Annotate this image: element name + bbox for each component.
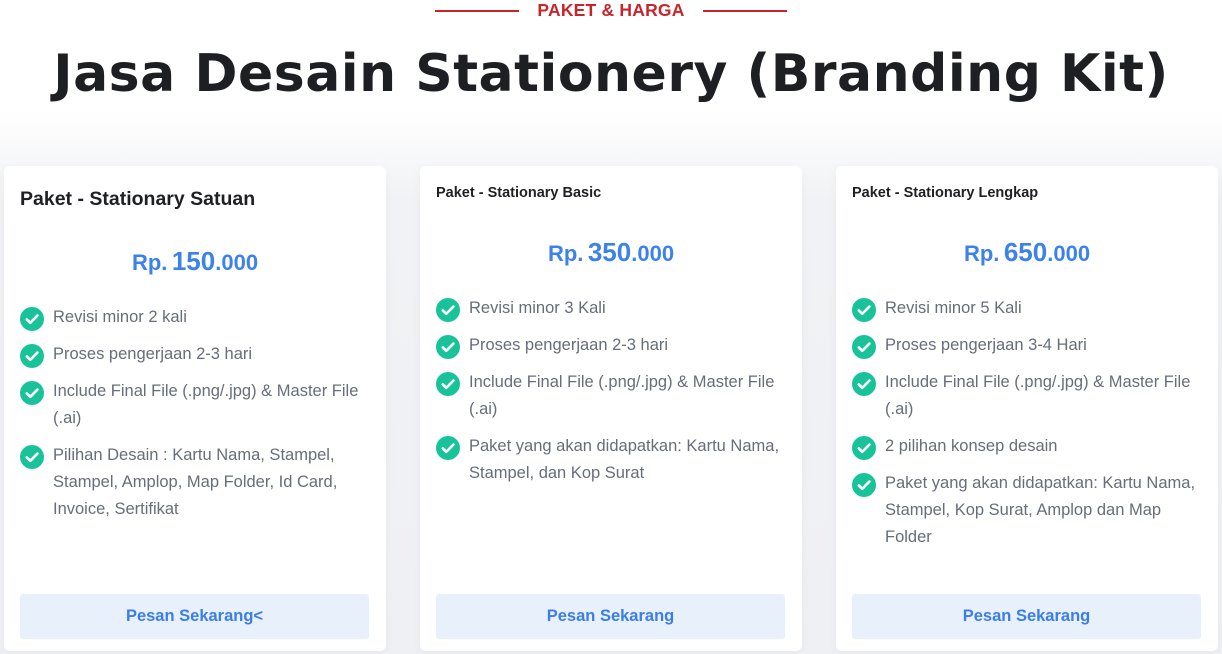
pricing-card-basic: Paket - Stationary Basic Rp. 350.000 Rev… — [420, 166, 802, 651]
feature-item: Revisi minor 2 kali — [20, 304, 380, 331]
check-circle-icon — [436, 372, 460, 396]
eyebrow-line-left — [435, 10, 520, 12]
feature-text: Proses pengerjaan 3-4 Hari — [885, 336, 1087, 354]
price-currency: Rp. — [547, 241, 584, 266]
feature-item: Include Final File (.png/.jpg) & Master … — [20, 378, 380, 432]
feature-item: Proses pengerjaan 2-3 hari — [20, 341, 380, 368]
price-amount: 350 — [587, 237, 632, 267]
feature-text: Include Final File (.png/.jpg) & Master … — [885, 373, 1191, 418]
check-circle-icon — [436, 335, 460, 359]
feature-item: Revisi minor 5 Kali — [852, 295, 1212, 322]
package-price: Rp. 150.000 — [4, 246, 386, 277]
feature-item: Paket yang akan didapatkan: Kartu Nama, … — [436, 433, 796, 487]
feature-item: Paket yang akan didapatkan: Kartu Nama, … — [852, 470, 1212, 551]
check-circle-icon — [852, 473, 876, 497]
package-name: Paket - Stationary Basic — [436, 185, 602, 201]
feature-text: Paket yang akan didapatkan: Kartu Nama, … — [885, 474, 1196, 546]
price-thousands: .000 — [631, 241, 675, 266]
page-title: Jasa Desain Stationery (Branding Kit) — [53, 44, 1169, 104]
feature-text: Revisi minor 3 Kali — [469, 299, 606, 317]
feature-text: Revisi minor 2 kali — [53, 308, 187, 326]
feature-text: Paket yang akan didapatkan: Kartu Nama, … — [469, 437, 780, 482]
pricing-card-satuan: Paket - Stationary Satuan Rp. 150.000 Re… — [4, 166, 386, 651]
feature-text: Include Final File (.png/.jpg) & Master … — [469, 373, 775, 418]
order-now-button[interactable]: Pesan Sekarang< — [20, 594, 369, 639]
order-now-button[interactable]: Pesan Sekarang — [852, 594, 1201, 639]
feature-text: Include Final File (.png/.jpg) & Master … — [53, 382, 359, 427]
price-amount: 150 — [171, 246, 216, 276]
feature-item: Revisi minor 3 Kali — [436, 295, 796, 322]
price-amount: 650 — [1003, 237, 1048, 267]
feature-text: Proses pengerjaan 2-3 hari — [53, 345, 253, 363]
pricing-section: PAKET & HARGA Jasa Desain Stationery (Br… — [0, 0, 1222, 654]
check-circle-icon — [20, 381, 44, 405]
feature-item: Pilihan Desain : Kartu Nama, Stampel, St… — [20, 442, 380, 523]
feature-text: Proses pengerjaan 2-3 hari — [469, 336, 669, 354]
pricing-card-lengkap: Paket - Stationary Lengkap Rp. 650.000 R… — [836, 166, 1218, 651]
feature-item: Include Final File (.png/.jpg) & Master … — [852, 369, 1212, 423]
check-circle-icon — [436, 298, 460, 322]
check-circle-icon — [20, 445, 44, 469]
check-circle-icon — [20, 344, 44, 368]
section-eyebrow: PAKET & HARGA — [0, 0, 1222, 22]
package-price: Rp. 650.000 — [836, 237, 1218, 268]
feature-item: Include Final File (.png/.jpg) & Master … — [436, 369, 796, 423]
feature-text: 2 pilihan konsep desain — [885, 437, 1058, 455]
check-circle-icon — [20, 307, 44, 331]
check-circle-icon — [852, 372, 876, 396]
package-name: Paket - Stationary Satuan — [20, 188, 256, 210]
package-name: Paket - Stationary Lengkap — [852, 185, 1039, 201]
check-circle-icon — [852, 335, 876, 359]
feature-text: Revisi minor 5 Kali — [885, 299, 1022, 317]
check-circle-icon — [852, 436, 876, 460]
price-currency: Rp. — [131, 250, 168, 275]
price-thousands: .000 — [1047, 241, 1091, 266]
price-thousands: .000 — [215, 250, 259, 275]
eyebrow-line-right — [702, 10, 787, 12]
feature-list: Revisi minor 3 Kali Proses pengerjaan 2-3… — [436, 295, 796, 497]
feature-list: Revisi minor 5 Kali Proses pengerjaan 3-4… — [852, 295, 1212, 561]
feature-item: Proses pengerjaan 3-4 Hari — [852, 332, 1212, 359]
check-circle-icon — [436, 436, 460, 460]
feature-list: Revisi minor 2 kali Proses pengerjaan 2-3… — [20, 304, 380, 533]
check-circle-icon — [852, 298, 876, 322]
price-currency: Rp. — [963, 241, 1000, 266]
eyebrow-label: PAKET & HARGA — [537, 0, 685, 20]
feature-item: 2 pilihan konsep desain — [852, 433, 1212, 460]
package-price: Rp. 350.000 — [420, 237, 802, 268]
order-now-button[interactable]: Pesan Sekarang — [436, 594, 785, 639]
feature-item: Proses pengerjaan 2-3 hari — [436, 332, 796, 359]
feature-text: Pilihan Desain : Kartu Nama, Stampel, St… — [53, 446, 338, 518]
